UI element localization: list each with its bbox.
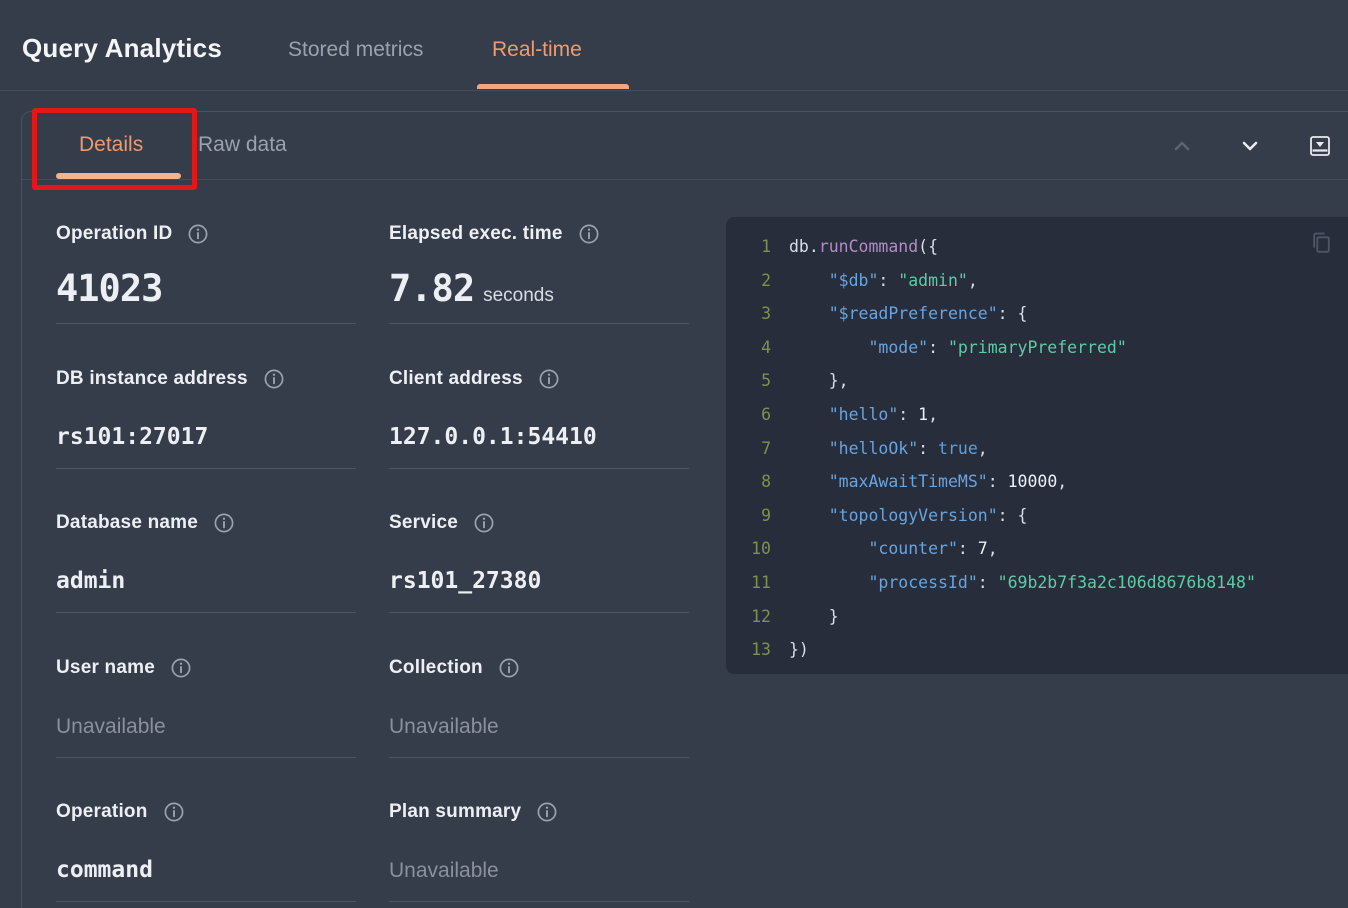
info-icon[interactable] — [536, 801, 558, 823]
tab-raw-data[interactable]: Raw data — [198, 133, 287, 157]
code-line: 12 } — [740, 600, 1348, 634]
field-divider — [389, 612, 689, 613]
field-label: Operation ID — [56, 223, 172, 245]
field-label: Operation — [56, 801, 148, 823]
field-value: rs101:27017 — [56, 424, 208, 450]
field-divider — [56, 468, 356, 469]
code-line: 7 "helloOk": true, — [740, 432, 1348, 466]
query-details-panel: Details Raw data Operation ID41023Elapse… — [21, 111, 1348, 908]
field-collection: Collection Unavailable — [389, 657, 689, 802]
info-icon[interactable] — [263, 368, 285, 390]
chevron-up-icon[interactable] — [1170, 134, 1194, 158]
line-number: 9 — [740, 499, 771, 533]
line-number: 4 — [740, 331, 771, 365]
query-code-block: 1db.runCommand({2 "$db": "admin",3 "$rea… — [726, 217, 1348, 674]
active-tab-indicator — [477, 84, 629, 89]
info-icon[interactable] — [163, 801, 185, 823]
line-number: 1 — [740, 230, 771, 264]
code-line: 8 "maxAwaitTimeMS": 10000, — [740, 465, 1348, 499]
line-number: 11 — [740, 566, 771, 600]
code-line: 10 "counter": 7, — [740, 532, 1348, 566]
page-title: Query Analytics — [22, 33, 222, 64]
field-divider — [56, 901, 356, 902]
code-line: 13}) — [740, 633, 1348, 667]
query-fields-grid: Operation ID 41023 Elapsed exec. time 7.82s… — [56, 223, 689, 908]
field-database-name: Database name admin — [56, 512, 356, 657]
code-line: 1db.runCommand({ — [740, 230, 1348, 264]
field-divider — [389, 901, 689, 902]
field-value: command — [56, 857, 153, 883]
field-user-name: User name Unavailable — [56, 657, 356, 802]
code-line: 5 }, — [740, 364, 1348, 398]
field-divider — [389, 468, 689, 469]
field-operation: Operation command — [56, 801, 356, 908]
info-icon[interactable] — [538, 368, 560, 390]
line-number: 2 — [740, 264, 771, 298]
line-number: 12 — [740, 600, 771, 634]
field-value: 41023 — [56, 267, 162, 310]
field-label: Collection — [389, 657, 483, 679]
field-label: Plan summary — [389, 801, 521, 823]
field-label: User name — [56, 657, 155, 679]
tab-stored-metrics[interactable]: Stored metrics — [288, 38, 423, 62]
field-value: 127.0.0.1:54410 — [389, 424, 597, 450]
info-icon[interactable] — [187, 223, 209, 245]
chevron-down-icon[interactable] — [1238, 134, 1262, 158]
field-divider — [56, 323, 356, 324]
code-line: 3 "$readPreference": { — [740, 297, 1348, 331]
field-label: Client address — [389, 368, 523, 390]
field-value: Unavailable — [389, 715, 499, 739]
field-label: Service — [389, 512, 458, 534]
field-elapsed-exec-time: Elapsed exec. time 7.82seconds — [389, 223, 689, 368]
line-number: 5 — [740, 364, 771, 398]
info-icon[interactable] — [170, 657, 192, 679]
panel-toolbar — [1170, 112, 1334, 180]
code-line: 6 "hello": 1, — [740, 398, 1348, 432]
line-number: 8 — [740, 465, 771, 499]
field-value: Unavailable — [389, 859, 499, 883]
info-icon[interactable] — [213, 512, 235, 534]
panel-tabbar: Details Raw data — [22, 112, 1348, 180]
field-value: 7.82seconds — [389, 267, 554, 310]
field-label: DB instance address — [56, 368, 248, 390]
code-line: 4 "mode": "primaryPreferred" — [740, 331, 1348, 365]
field-value: rs101_27380 — [389, 568, 541, 594]
code-line: 11 "processId": "69b2b7f3a2c106d8676b814… — [740, 566, 1348, 600]
field-divider — [389, 323, 689, 324]
field-divider — [56, 757, 356, 758]
app-header: Query Analytics Stored metrics Real-time — [0, 0, 1348, 91]
field-value: Unavailable — [56, 715, 166, 739]
field-client-address: Client address 127.0.0.1:54410 — [389, 368, 689, 513]
details-tab-indicator — [56, 173, 181, 179]
line-number: 13 — [740, 633, 771, 667]
field-operation-id: Operation ID 41023 — [56, 223, 356, 368]
field-label: Elapsed exec. time — [389, 223, 563, 245]
line-number: 10 — [740, 532, 771, 566]
copy-icon[interactable] — [1309, 231, 1334, 259]
line-number: 6 — [740, 398, 771, 432]
tab-real-time[interactable]: Real-time — [492, 38, 582, 62]
value-suffix: seconds — [483, 285, 554, 306]
info-icon[interactable] — [473, 512, 495, 534]
info-icon[interactable] — [578, 223, 600, 245]
field-service: Service rs101_27380 — [389, 512, 689, 657]
field-divider — [389, 757, 689, 758]
field-value: admin — [56, 568, 125, 594]
line-number: 3 — [740, 297, 771, 331]
line-number: 7 — [740, 432, 771, 466]
field-label: Database name — [56, 512, 198, 534]
field-divider — [56, 612, 356, 613]
field-db-instance-address: DB instance address rs101:27017 — [56, 368, 356, 513]
field-plan-summary: Plan summary Unavailable — [389, 801, 689, 908]
tab-details[interactable]: Details — [79, 133, 143, 157]
info-icon[interactable] — [498, 657, 520, 679]
code-line: 2 "$db": "admin", — [740, 264, 1348, 298]
code-line: 9 "topologyVersion": { — [740, 499, 1348, 533]
dock-panel-icon[interactable] — [1306, 132, 1334, 160]
